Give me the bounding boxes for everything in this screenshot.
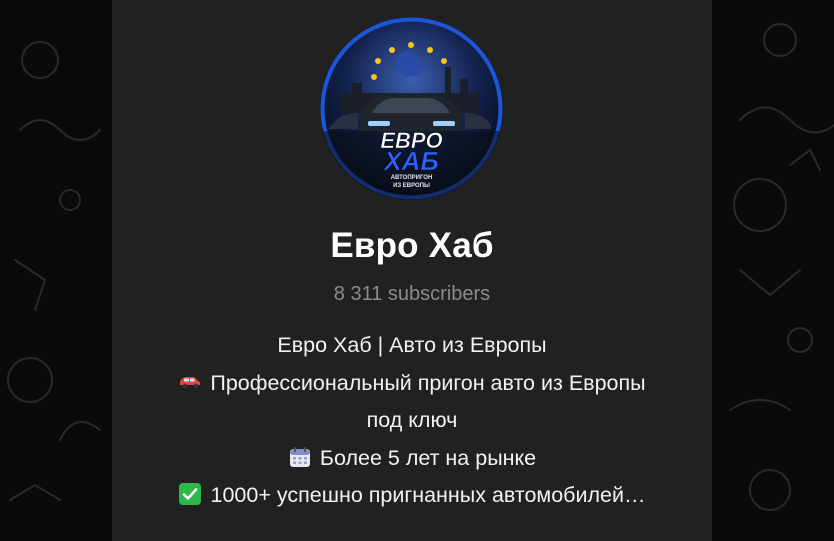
channel-logo-icon: ЕВРО ХАБ АВТОПРИГОН ИЗ ЕВРОПЫ <box>320 17 503 200</box>
description-text: Евро Хаб | Авто из Европы <box>277 333 547 357</box>
logo-tagline-2: ИЗ ЕВРОПЫ <box>393 183 430 189</box>
description-line: 1000+ успешно пригнанных автомобилей… <box>112 477 712 515</box>
description-line: под ключ <box>112 402 712 440</box>
check-mark-emoji-icon <box>179 483 202 505</box>
subscriber-count: 8 311 subscribers <box>333 283 491 305</box>
logo-tagline-1: АВТОПРИГОН <box>391 175 433 181</box>
channel-title: Евро Хаб <box>330 226 494 265</box>
description-line: Более 5 лет на рынке <box>112 440 712 478</box>
description-text: Более 5 лет на рынке <box>319 445 537 470</box>
description-line: Профессиональный пригон авто из Европы <box>112 365 712 403</box>
description-line: Евро Хаб | Авто из Европы <box>112 327 712 365</box>
logo-word-2: ХАБ <box>382 146 439 176</box>
description-text: 1000+ успешно пригнанных автомобилей… <box>210 483 646 507</box>
channel-avatar[interactable]: ЕВРО ХАБ АВТОПРИГОН ИЗ ЕВРОПЫ <box>320 17 503 200</box>
channel-description: Евро Хаб | Авто из Европы Профессиональн… <box>112 327 712 515</box>
calendar-emoji-icon <box>289 446 310 467</box>
car-emoji-icon <box>180 376 201 388</box>
description-text: Профессиональный пригон авто из Европы <box>210 370 646 395</box>
description-text: под ключ <box>366 408 458 432</box>
